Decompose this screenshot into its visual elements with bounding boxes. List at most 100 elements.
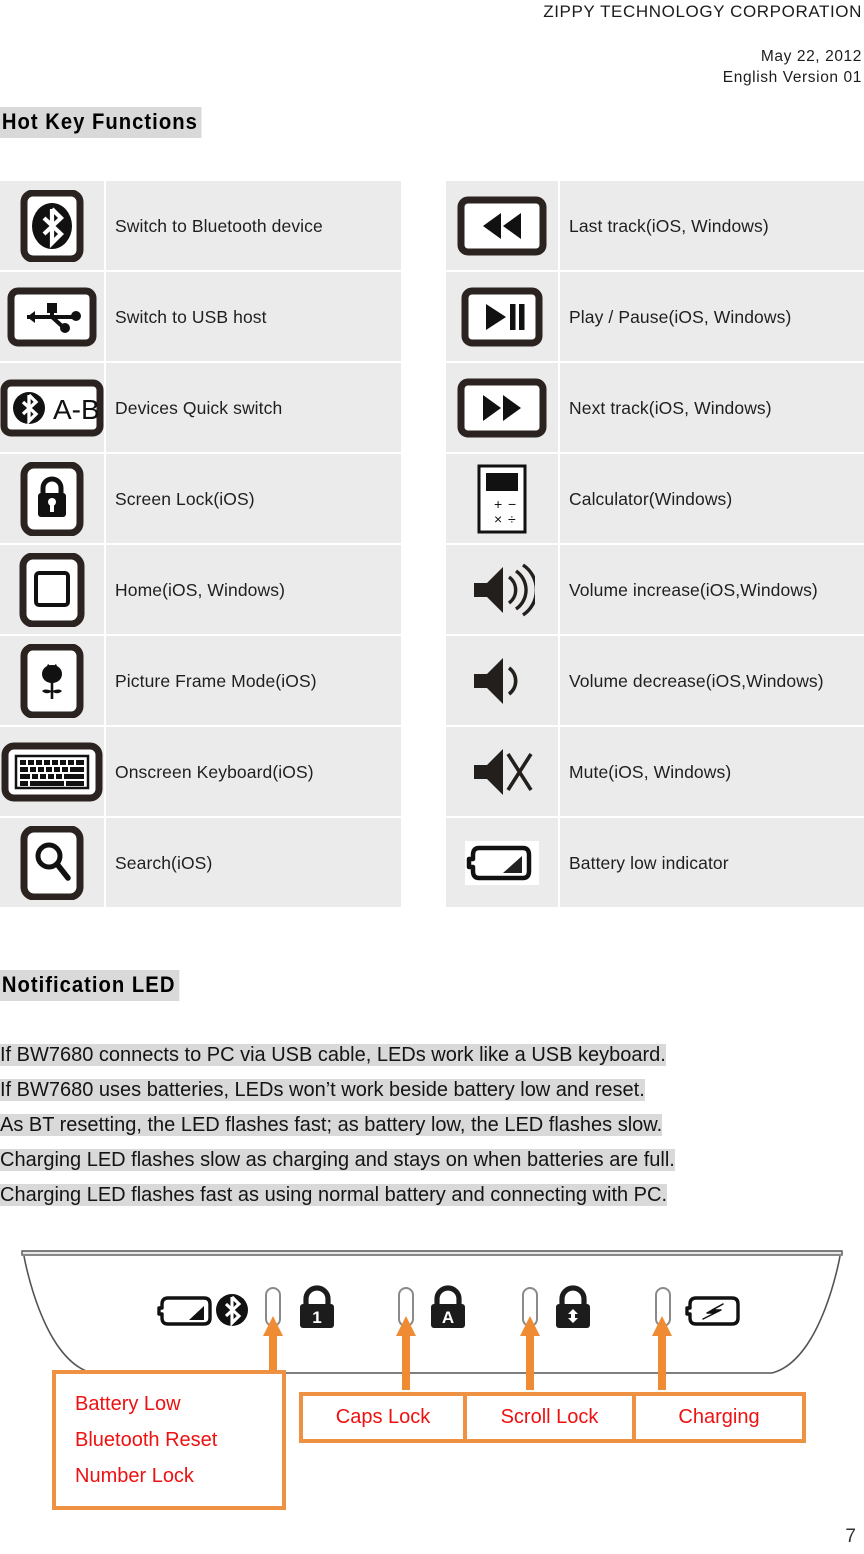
volume-up-icon (446, 545, 558, 634)
table-row: Play / Pause(iOS, Windows) (446, 271, 864, 363)
hot-key-icon-cell (0, 271, 106, 363)
table-row: Search(iOS) (0, 817, 401, 907)
play-pause-key-icon (446, 272, 558, 361)
svg-text:÷: ÷ (508, 511, 516, 527)
hot-key-label-cell: Battery low indicator (559, 817, 864, 907)
table-row: Picture Frame Mode(iOS) (0, 635, 401, 727)
table-row: Battery low indicator (446, 817, 864, 907)
hot-key-label: Devices Quick switch (115, 397, 283, 418)
hot-key-icon-cell (446, 271, 560, 363)
page-title-notification-led: Notification LED (0, 970, 180, 1001)
led-note-text: If BW7680 uses batteries, LEDs won’t wor… (0, 1079, 645, 1101)
led-note-line: As BT resetting, the LED flashes fast; a… (0, 1110, 864, 1140)
led-note-text: If BW7680 connects to PC via USB cable, … (0, 1044, 666, 1066)
mute-icon (446, 727, 558, 816)
led-note-text: Charging LED flashes slow as charging an… (0, 1149, 675, 1171)
battery-low-icon (157, 1296, 212, 1326)
callout-battery-bluetooth-numlock: Battery Low Bluetooth Reset Number Lock (52, 1370, 286, 1510)
scroll-lock-icon (556, 1285, 590, 1328)
table-row: Onscreen Keyboard(iOS) (0, 726, 401, 818)
hot-key-label-cell: Onscreen Keyboard(iOS) (105, 726, 401, 818)
home-key-icon (0, 545, 104, 634)
hot-key-label-cell: Picture Frame Mode(iOS) (105, 635, 401, 727)
callout-charging: Charging (636, 1392, 806, 1443)
battery-low-icon (446, 818, 558, 907)
led-note-line: If BW7680 connects to PC via USB cable, … (0, 1040, 864, 1070)
hot-key-label: Next track(iOS, Windows) (569, 397, 772, 418)
usb-host-key-icon (0, 272, 104, 361)
document-header: ZIPPY TECHNOLOGY CORPORATION May 22, 201… (0, 0, 862, 88)
screen-lock-key-icon (0, 454, 104, 543)
callout-caps-lock: Caps Lock (299, 1392, 467, 1443)
callout-line-battery-low: Battery Low (75, 1393, 181, 1415)
hot-key-label: Search(iOS) (115, 852, 213, 873)
hot-key-icon-cell (446, 726, 560, 818)
led-note-text: As BT resetting, the LED flashes fast; a… (0, 1114, 663, 1136)
svg-text:+: + (494, 496, 502, 512)
hot-key-icon-cell (0, 544, 106, 636)
hot-key-table-left: Switch to Bluetooth device Switch to USB… (0, 181, 401, 907)
svg-text:×: × (494, 511, 502, 527)
hot-key-icon-cell (0, 726, 106, 818)
hot-key-label-cell: Switch to USB host (105, 271, 401, 363)
volume-down-icon (446, 636, 558, 725)
hot-key-label: Volume increase(iOS,Windows) (569, 579, 818, 600)
hot-key-label: Switch to USB host (115, 306, 267, 327)
hot-key-label: Last track(iOS, Windows) (569, 215, 769, 236)
hot-key-label-cell: Volume increase(iOS,Windows) (559, 544, 864, 636)
hot-key-icon-cell: + − × ÷ (446, 453, 560, 545)
svg-text:A: A (442, 1308, 454, 1327)
hot-key-label-cell: Mute(iOS, Windows) (559, 726, 864, 818)
page-title-hot-key-functions: Hot Key Functions (0, 107, 202, 138)
led-note-line: Charging LED flashes slow as charging an… (0, 1145, 864, 1175)
hot-key-label-cell: Play / Pause(iOS, Windows) (559, 271, 864, 363)
hot-key-tables: Switch to Bluetooth device Switch to USB… (0, 181, 864, 907)
table-row: Switch to Bluetooth device (0, 181, 401, 272)
hot-key-label-cell: Home(iOS, Windows) (105, 544, 401, 636)
table-row: Volume decrease(iOS,Windows) (446, 635, 864, 727)
caps-lock-icon: A (431, 1285, 465, 1328)
hot-key-label-cell: Devices Quick switch (105, 362, 401, 454)
callout-scroll-lock: Scroll Lock (467, 1392, 636, 1443)
hot-key-label: Home(iOS, Windows) (115, 579, 286, 600)
hot-key-icon-cell (446, 362, 560, 454)
hot-key-icon-cell (0, 635, 106, 727)
notification-led-notes: If BW7680 connects to PC via USB cable, … (0, 1040, 864, 1215)
hot-key-table-right: Last track(iOS, Windows) Play / Pause(iO… (446, 181, 864, 907)
hot-key-label: Picture Frame Mode(iOS) (115, 670, 317, 691)
onscreen-keyboard-key-icon (0, 727, 104, 816)
table-row: A-B Devices Quick switch (0, 362, 401, 454)
document-date: May 22, 2012 (760, 48, 862, 65)
hot-key-label-cell: Search(iOS) (105, 817, 401, 907)
callout-line-number-lock: Number Lock (75, 1465, 194, 1487)
led-note-line: Charging LED flashes fast as using norma… (0, 1180, 864, 1210)
number-lock-icon: 1 (300, 1285, 334, 1328)
hot-key-label: Play / Pause(iOS, Windows) (569, 306, 792, 327)
hot-key-label: Calculator(Windows) (569, 488, 733, 509)
hot-key-label: Mute(iOS, Windows) (569, 761, 732, 782)
hot-key-label: Switch to Bluetooth device (115, 215, 323, 236)
table-row: Switch to USB host (0, 271, 401, 363)
bluetooth-key-icon (0, 181, 104, 270)
next-track-key-icon (446, 363, 558, 452)
led-note-text: Charging LED flashes fast as using norma… (0, 1184, 668, 1206)
table-row: Home(iOS, Windows) (0, 544, 401, 636)
hot-key-label-cell: Switch to Bluetooth device (105, 181, 401, 272)
calculator-key-icon: + − × ÷ (446, 454, 558, 543)
hot-key-label-cell: Volume decrease(iOS,Windows) (559, 635, 864, 727)
table-row: Volume increase(iOS,Windows) (446, 544, 864, 636)
hot-key-icon-cell (446, 817, 560, 907)
led-note-line: If BW7680 uses batteries, LEDs won’t wor… (0, 1075, 864, 1105)
picture-frame-key-icon (0, 636, 104, 725)
company-name: ZIPPY TECHNOLOGY CORPORATION (543, 2, 862, 21)
svg-text:A-B: A-B (53, 394, 100, 425)
hot-key-icon-cell (446, 544, 560, 636)
bluetooth-ab-key-icon: A-B (0, 363, 104, 452)
hot-key-label-cell: Last track(iOS, Windows) (559, 181, 864, 272)
hot-key-icon-cell (446, 635, 560, 727)
document-version: English Version 01 (722, 69, 862, 86)
table-row: Screen Lock(iOS) (0, 453, 401, 545)
callout-line-bluetooth-reset: Bluetooth Reset (75, 1429, 218, 1451)
table-row: Next track(iOS, Windows) (446, 362, 864, 454)
hot-key-label-cell: Next track(iOS, Windows) (559, 362, 864, 454)
